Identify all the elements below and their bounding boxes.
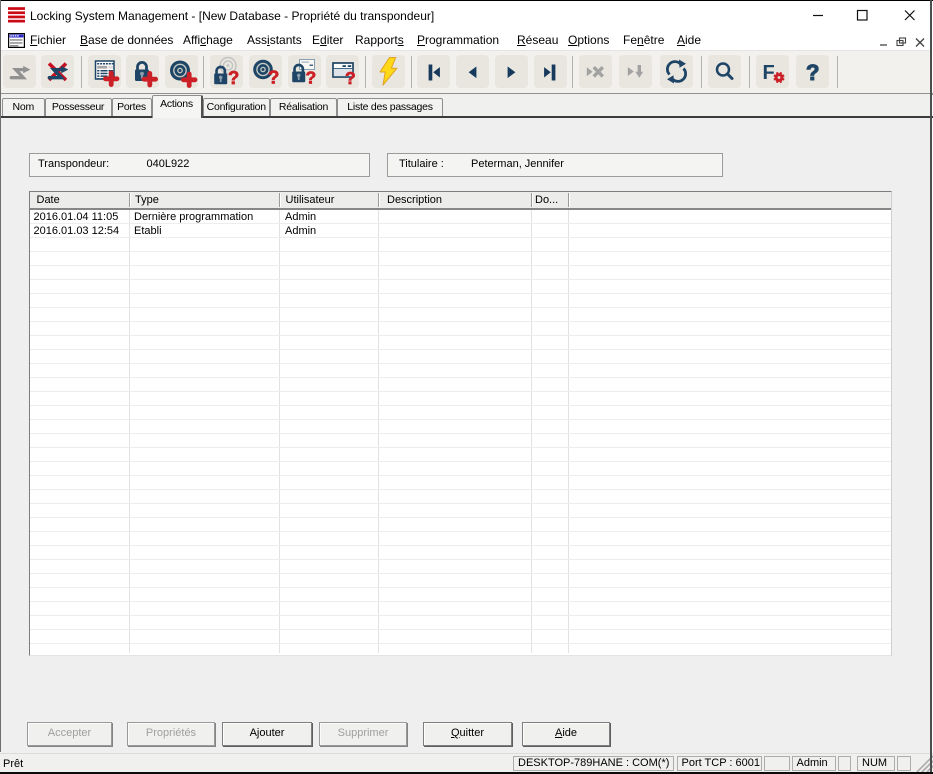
- svg-text:F: F: [763, 62, 775, 84]
- svg-text:?: ?: [806, 60, 819, 85]
- svg-text:?: ?: [306, 68, 317, 88]
- svg-text:?: ?: [345, 68, 356, 88]
- svg-text:?: ?: [268, 67, 279, 88]
- svg-text:?: ?: [228, 67, 239, 88]
